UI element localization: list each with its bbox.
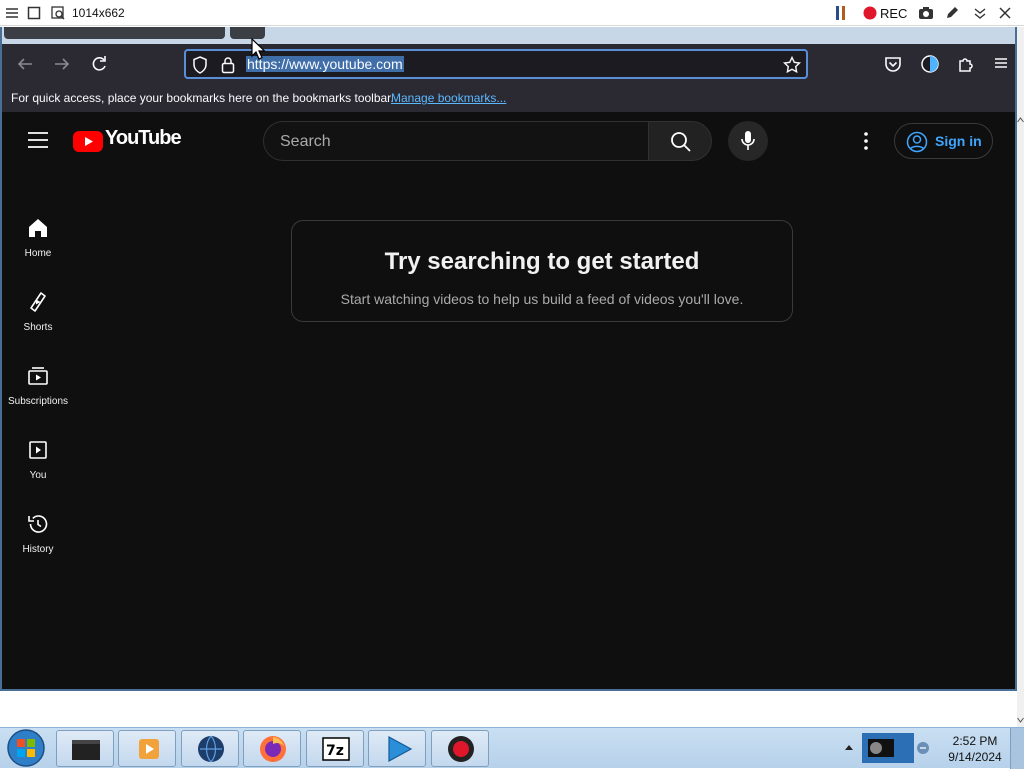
capture-size-label: 1014x662 <box>72 6 125 20</box>
sign-in-button[interactable]: Sign in <box>894 123 993 159</box>
sidebar-item-label: Shorts <box>23 322 53 333</box>
bookmarks-hint-text: For quick access, place your bookmarks h… <box>11 91 394 105</box>
pencil-icon[interactable] <box>944 5 960 21</box>
search-input[interactable]: Search <box>263 121 649 161</box>
voice-search-button[interactable] <box>728 121 768 161</box>
pocket-icon[interactable] <box>884 55 902 73</box>
forward-icon[interactable] <box>53 56 71 72</box>
url-text[interactable]: https://www.youtube.com <box>246 56 404 72</box>
scroll-down-icon[interactable] <box>1017 717 1024 723</box>
record-label[interactable]: REC <box>880 6 907 21</box>
url-bar[interactable]: https://www.youtube.com <box>184 49 808 79</box>
close-icon[interactable] <box>997 5 1013 21</box>
shield-icon[interactable] <box>192 56 208 74</box>
sidebar-item-label: Subscriptions <box>7 396 69 407</box>
svg-text:7z: 7z <box>326 743 344 759</box>
camera-icon[interactable] <box>918 5 934 21</box>
scrollbar[interactable] <box>1017 27 1024 727</box>
network-tray-icon[interactable] <box>916 741 930 755</box>
microphone-icon <box>740 130 756 152</box>
account-icon <box>906 131 928 153</box>
home-icon <box>26 216 50 240</box>
sidebar-item-subscriptions[interactable]: Subscriptions <box>2 364 74 438</box>
7zip-app-icon: 7z <box>322 737 350 761</box>
taskbar-app-media-player[interactable] <box>118 730 176 767</box>
terminal-app-icon <box>71 737 101 761</box>
sidebar-item-label: Home <box>24 248 52 259</box>
bookmark-star-icon[interactable] <box>783 56 801 74</box>
clock-date[interactable]: 9/14/2024 <box>940 750 1010 764</box>
more-options-icon[interactable] <box>862 131 870 151</box>
back-icon[interactable] <box>16 56 34 72</box>
record-dot-icon[interactable] <box>862 5 878 21</box>
clock-time[interactable]: 2:52 PM <box>940 734 1010 748</box>
menu-icon[interactable] <box>4 5 20 21</box>
hamburger-menu-icon[interactable] <box>993 55 1009 71</box>
empty-feed-title: Try searching to get started <box>384 248 700 275</box>
sidebar-item-label: History <box>22 544 54 555</box>
play-app-icon <box>385 735 413 763</box>
sidebar-item-history[interactable]: History <box>2 512 74 586</box>
empty-feed-card: Try searching to get started Start watch… <box>291 220 793 322</box>
sidebar-item-label: You <box>29 470 47 481</box>
firefox-app-icon <box>258 734 288 764</box>
search-placeholder: Search <box>280 133 331 150</box>
search-icon <box>670 131 692 153</box>
tray-app-icon[interactable] <box>862 733 914 763</box>
youtube-logo-text[interactable]: YouTube <box>105 127 182 150</box>
youtube-logo-icon[interactable] <box>73 131 103 152</box>
sidebar-item-shorts[interactable]: Shorts <box>2 290 74 364</box>
taskbar-app-terminal[interactable] <box>56 730 114 767</box>
region-select-icon[interactable] <box>50 5 66 21</box>
scroll-up-icon[interactable] <box>1017 117 1024 123</box>
tab-strip <box>2 27 1015 44</box>
taskbar-app-firefox[interactable] <box>243 730 301 767</box>
tray-expand-icon[interactable] <box>844 743 854 751</box>
reload-icon[interactable] <box>90 55 108 73</box>
media-player-app-icon <box>137 737 161 761</box>
taskbar-app-player[interactable] <box>368 730 426 767</box>
subscriptions-icon <box>26 364 50 388</box>
record-app-icon <box>447 735 475 763</box>
navigation-bar: https://www.youtube.com <box>2 44 1015 84</box>
guide-menu-icon[interactable] <box>27 131 49 149</box>
taskbar: 7z 2:52 PM 9/14/2024 <box>0 727 1024 769</box>
start-button-icon[interactable] <box>4 728 48 768</box>
taskbar-app-globe[interactable] <box>181 730 239 767</box>
chevron-down-icon[interactable] <box>972 5 988 21</box>
history-icon <box>26 512 50 536</box>
browser-tab[interactable] <box>4 27 225 39</box>
mouse-cursor-icon <box>251 38 265 60</box>
youtube-page: YouTube Search Sign in Home Shorts Subsc… <box>2 112 1015 689</box>
empty-feed-subtitle: Start watching videos to help us build a… <box>340 291 744 307</box>
show-desktop-button[interactable] <box>1010 728 1024 769</box>
sidebar-item-home[interactable]: Home <box>2 216 74 290</box>
taskbar-app-recorder[interactable] <box>431 730 489 767</box>
recorder-toolbar: 1014x662 REC <box>0 0 1024 26</box>
window-icon[interactable] <box>26 5 42 21</box>
manage-bookmarks-link[interactable]: Manage bookmarks... <box>391 91 506 105</box>
bookmarks-toolbar: For quick access, place your bookmarks h… <box>2 84 1015 112</box>
separator-icon <box>836 5 848 21</box>
sidebar-item-you[interactable]: You <box>2 438 74 512</box>
globe-app-icon <box>196 734 226 764</box>
lock-icon[interactable] <box>221 56 235 74</box>
search-button[interactable] <box>648 121 712 161</box>
you-icon <box>26 438 50 462</box>
shorts-icon <box>26 290 50 314</box>
contrast-extension-icon[interactable] <box>920 54 940 74</box>
extensions-puzzle-icon[interactable] <box>957 55 975 73</box>
taskbar-app-7zip[interactable]: 7z <box>306 730 364 767</box>
browser-window: https://www.youtube.com For quick access… <box>0 27 1017 691</box>
sign-in-label: Sign in <box>935 133 982 149</box>
